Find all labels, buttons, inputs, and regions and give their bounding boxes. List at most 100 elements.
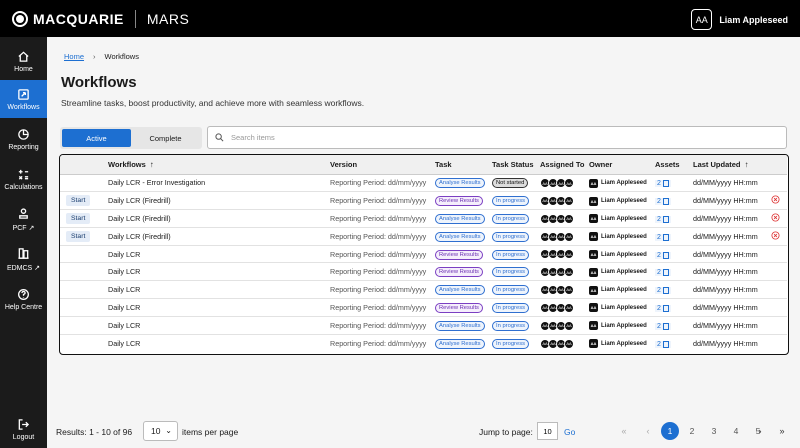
task-badge: Analyse Results bbox=[435, 320, 485, 331]
assets-cell: 2 bbox=[652, 227, 690, 246]
status-cell: In progress bbox=[489, 209, 537, 228]
assignee-group[interactable]: AA AA AA AA bbox=[540, 284, 574, 295]
document-icon bbox=[662, 340, 669, 348]
start-button[interactable]: Start bbox=[66, 230, 91, 242]
version-cell: Reporting Period: dd/mm/yyyy bbox=[327, 191, 432, 211]
assignee-group[interactable]: AA AA AA AA bbox=[540, 231, 574, 242]
breadcrumb-home-link[interactable]: Home bbox=[64, 52, 84, 61]
table-row[interactable]: Start Daily LCR (Firedrill) Reporting Pe… bbox=[60, 227, 787, 246]
items-per-page-select[interactable]: 10 ⌄ bbox=[143, 421, 178, 441]
assets-link[interactable]: 2 bbox=[655, 251, 671, 259]
remove-icon[interactable] bbox=[771, 213, 780, 222]
go-button[interactable]: Go bbox=[564, 427, 575, 437]
column-header-assigned-to[interactable]: Assigned To bbox=[537, 155, 586, 175]
brand-logo[interactable]: MACQUARIE MARS bbox=[12, 9, 189, 28]
workflow-name[interactable]: Daily LCR - Error Investigation bbox=[105, 174, 327, 193]
workflow-name[interactable]: Daily LCR (Firedrill) bbox=[105, 227, 327, 246]
column-header-workflows[interactable]: Workflows ↑ bbox=[105, 155, 327, 175]
column-header-task-status[interactable]: Task Status bbox=[489, 155, 537, 175]
task-badge: Analyse Results bbox=[435, 285, 485, 296]
sidebar-item-calculations[interactable]: Calculations bbox=[0, 160, 47, 198]
breadcrumb: Home › Workflows bbox=[64, 52, 139, 61]
assets-link[interactable]: 2 bbox=[655, 215, 671, 223]
page-button-1[interactable]: 1 bbox=[661, 422, 679, 440]
workflow-name[interactable]: Daily LCR bbox=[105, 334, 327, 352]
search-input[interactable] bbox=[231, 133, 731, 142]
table-row[interactable]: Daily LCR Reporting Period: dd/mm/yyyy A… bbox=[60, 316, 787, 335]
assignee-group[interactable]: AA AA AA AA bbox=[540, 267, 574, 278]
updated-cell: dd/MM/yyyy HH:mm bbox=[690, 280, 768, 300]
column-header-assets[interactable]: Assets bbox=[652, 155, 690, 175]
updated-cell: dd/MM/yyyy HH:mm bbox=[693, 338, 758, 348]
column-header-last-updated[interactable]: Last Updated ↑ bbox=[690, 155, 768, 175]
page-button-4[interactable]: 4 bbox=[727, 422, 745, 440]
table-row[interactable]: Start Daily LCR (Firedrill) Reporting Pe… bbox=[60, 209, 787, 228]
updated-cell: dd/MM/yyyy HH:mm bbox=[690, 262, 768, 282]
sidebar-item-help-centre[interactable]: Help Centre bbox=[0, 280, 47, 318]
table-row[interactable]: Daily LCR Reporting Period: dd/mm/yyyy A… bbox=[60, 334, 787, 352]
page-button-2[interactable]: 2 bbox=[683, 422, 701, 440]
logout-button[interactable]: Logout bbox=[0, 410, 47, 448]
assignee-group[interactable]: AA AA AA AA bbox=[540, 249, 574, 260]
table-row[interactable]: Daily LCR - Error Investigation Reportin… bbox=[60, 174, 787, 193]
assets-link[interactable]: 2 bbox=[655, 180, 671, 188]
sidebar-item-edmcs[interactable]: EDMCS ↗ bbox=[0, 240, 47, 278]
workflow-name[interactable]: Daily LCR (Firedrill) bbox=[105, 191, 327, 211]
owner: AA Liam Appleseed bbox=[589, 303, 647, 313]
logout-icon bbox=[17, 417, 31, 431]
column-header-version[interactable]: Version bbox=[327, 155, 432, 175]
assigned-cell: AA AA AA AA bbox=[537, 280, 586, 300]
assets-link[interactable]: 2 bbox=[655, 340, 671, 348]
assets-link[interactable]: 2 bbox=[655, 269, 671, 277]
prev-page-icon[interactable]: ‹ bbox=[639, 422, 657, 440]
start-cell bbox=[60, 174, 105, 193]
start-button[interactable]: Start bbox=[66, 195, 91, 207]
status-badge: In progress bbox=[492, 249, 529, 260]
workflow-name[interactable]: Daily LCR bbox=[105, 298, 327, 317]
sidebar-item-reporting[interactable]: Reporting bbox=[0, 120, 47, 158]
workflow-name[interactable]: Daily LCR bbox=[105, 280, 327, 300]
table-header-row: Workflows ↑ Version Task Task Status Assi… bbox=[60, 155, 787, 175]
sidebar-item-pcf[interactable]: PCF ↗ bbox=[0, 200, 47, 238]
owner: AA Liam Appleseed bbox=[589, 196, 647, 206]
column-header-owner[interactable]: Owner bbox=[586, 155, 652, 175]
remove-icon[interactable] bbox=[771, 195, 780, 204]
start-button[interactable]: Start bbox=[66, 212, 91, 224]
table-row[interactable]: Start Daily LCR (Firedrill) Reporting Pe… bbox=[60, 191, 787, 211]
version-cell: Reporting Period: dd/mm/yyyy bbox=[327, 280, 432, 300]
tab-active[interactable]: Active bbox=[62, 129, 131, 147]
last-page-icon[interactable]: » bbox=[773, 422, 791, 440]
task-cell: Review Results bbox=[432, 298, 489, 317]
brand-divider bbox=[134, 9, 136, 28]
tab-complete[interactable]: Complete bbox=[131, 129, 200, 147]
assigned-cell: AA AA AA AA bbox=[537, 316, 586, 335]
assets-link[interactable]: 2 bbox=[655, 233, 671, 241]
table-row[interactable]: Daily LCR Reporting Period: dd/mm/yyyy A… bbox=[60, 280, 787, 300]
next-page-icon[interactable]: › bbox=[751, 422, 769, 440]
assets-link[interactable]: 2 bbox=[655, 198, 671, 206]
workflow-name[interactable]: Daily LCR (Firedrill) bbox=[105, 209, 327, 228]
assignee-group[interactable]: AA AA AA AA bbox=[540, 320, 574, 331]
assignee-group[interactable]: AA AA AA AA bbox=[540, 213, 574, 224]
table-row[interactable]: Daily LCR Reporting Period: dd/mm/yyyy R… bbox=[60, 262, 787, 282]
column-header-task[interactable]: Task bbox=[432, 155, 489, 175]
page-button-3[interactable]: 3 bbox=[705, 422, 723, 440]
jump-to-page-input[interactable] bbox=[537, 422, 558, 440]
user-menu[interactable]: AA Liam Appleseed bbox=[691, 9, 788, 30]
workflow-name[interactable]: Daily LCR bbox=[105, 262, 327, 282]
assignee-group[interactable]: AA AA AA AA bbox=[540, 195, 574, 206]
table-row[interactable]: Daily LCR Reporting Period: dd/mm/yyyy R… bbox=[60, 298, 787, 317]
sidebar-item-workflows[interactable]: Workflows bbox=[0, 80, 47, 118]
workflow-name[interactable]: Daily LCR bbox=[105, 316, 327, 335]
sidebar-item-home[interactable]: Home bbox=[0, 42, 47, 80]
assignee-group[interactable]: AA AA AA AA bbox=[540, 302, 574, 313]
workflow-name[interactable]: Daily LCR bbox=[105, 245, 327, 264]
remove-icon[interactable] bbox=[771, 231, 780, 240]
table-row[interactable]: Daily LCR Reporting Period: dd/mm/yyyy R… bbox=[60, 245, 787, 264]
assets-link[interactable]: 2 bbox=[655, 287, 671, 295]
owner-avatar: AA bbox=[589, 321, 598, 331]
assets-link[interactable]: 2 bbox=[655, 322, 671, 330]
assets-link[interactable]: 2 bbox=[655, 304, 671, 312]
assignee-group[interactable]: AA AA AA AA bbox=[540, 178, 574, 189]
assignee-group[interactable]: AA AA AA AA bbox=[540, 338, 574, 349]
